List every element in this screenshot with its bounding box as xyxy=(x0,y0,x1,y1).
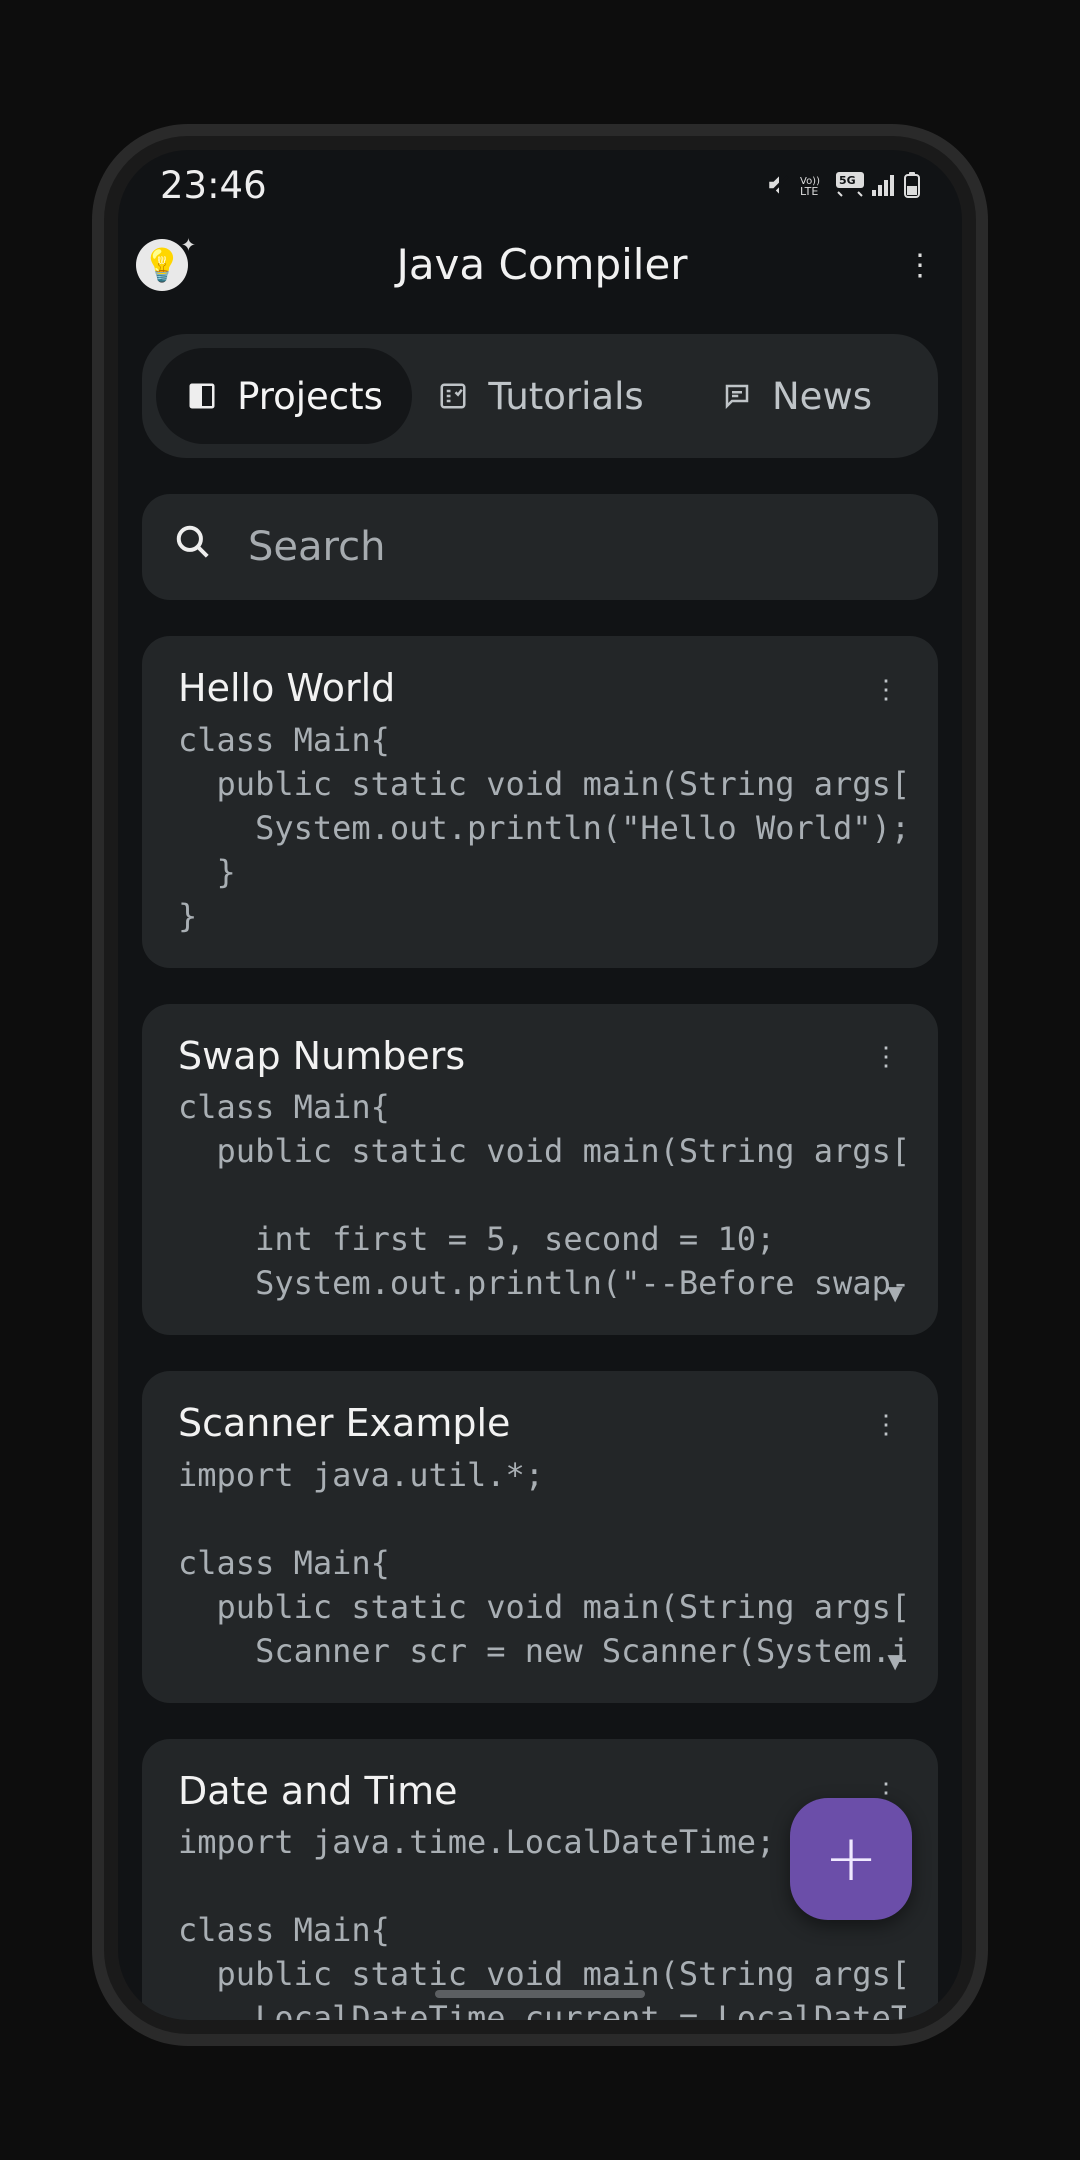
project-card[interactable]: Swap Numbers ⋮ class Main{ public static… xyxy=(142,1004,938,1336)
signal-icon xyxy=(872,174,896,196)
code-preview: class Main{ public static void main(Stri… xyxy=(178,718,906,938)
tab-label: Tutorials xyxy=(488,378,643,415)
expand-icon[interactable]: ▼ xyxy=(882,1278,908,1309)
device-frame: 23:46 Vo))LTE 5G 💡✦ Java Compiler ⋮ Proj… xyxy=(118,150,962,2020)
main-content: Projects Tutorials News xyxy=(118,310,962,2020)
app-title: Java Compiler xyxy=(396,244,687,286)
clock-text: 23:46 xyxy=(160,167,267,204)
overflow-menu-button[interactable]: ⋮ xyxy=(896,241,944,289)
search-icon xyxy=(174,523,212,571)
new-project-fab[interactable]: + xyxy=(790,1798,912,1920)
code-preview: import java.util.*; class Main{ public s… xyxy=(178,1453,906,1673)
project-menu-button[interactable]: ⋮ xyxy=(866,1036,906,1076)
project-title: Swap Numbers xyxy=(178,1034,465,1080)
search-bar[interactable] xyxy=(142,494,938,600)
battery-icon xyxy=(904,172,920,198)
gesture-bar xyxy=(435,1990,645,1998)
status-tray: Vo))LTE 5G xyxy=(766,172,920,198)
project-menu-button[interactable]: ⋮ xyxy=(866,669,906,709)
news-icon xyxy=(720,379,754,413)
project-card[interactable]: Hello World ⋮ class Main{ public static … xyxy=(142,636,938,968)
expand-icon[interactable]: ▼ xyxy=(882,1646,908,1677)
status-bar: 23:46 Vo))LTE 5G xyxy=(118,150,962,220)
tab-tutorials[interactable]: Tutorials xyxy=(412,348,668,444)
tab-label: Projects xyxy=(237,378,383,415)
5g-indicator: 5G xyxy=(836,172,864,198)
code-preview: class Main{ public static void main(Stri… xyxy=(178,1085,906,1305)
tutorials-icon xyxy=(436,379,470,413)
project-title: Scanner Example xyxy=(178,1401,510,1447)
tab-projects[interactable]: Projects xyxy=(156,348,412,444)
project-title: Hello World xyxy=(178,666,395,712)
svg-text:5G: 5G xyxy=(839,174,856,187)
hint-bulb-icon[interactable]: 💡✦ xyxy=(136,239,188,291)
app-bar: 💡✦ Java Compiler ⋮ xyxy=(118,220,962,310)
tab-news[interactable]: News xyxy=(668,348,924,444)
project-menu-button[interactable]: ⋮ xyxy=(866,1404,906,1444)
project-card[interactable]: Scanner Example ⋮ import java.util.*; cl… xyxy=(142,1371,938,1703)
projects-icon xyxy=(185,379,219,413)
volte-indicator: Vo))LTE xyxy=(800,174,828,196)
tab-label: News xyxy=(772,378,872,415)
project-title: Date and Time xyxy=(178,1769,457,1815)
search-input[interactable] xyxy=(248,524,906,570)
tab-bar: Projects Tutorials News xyxy=(142,334,938,458)
plus-icon: + xyxy=(824,1827,878,1891)
mute-icon xyxy=(766,172,792,198)
svg-text:LTE: LTE xyxy=(800,185,818,196)
